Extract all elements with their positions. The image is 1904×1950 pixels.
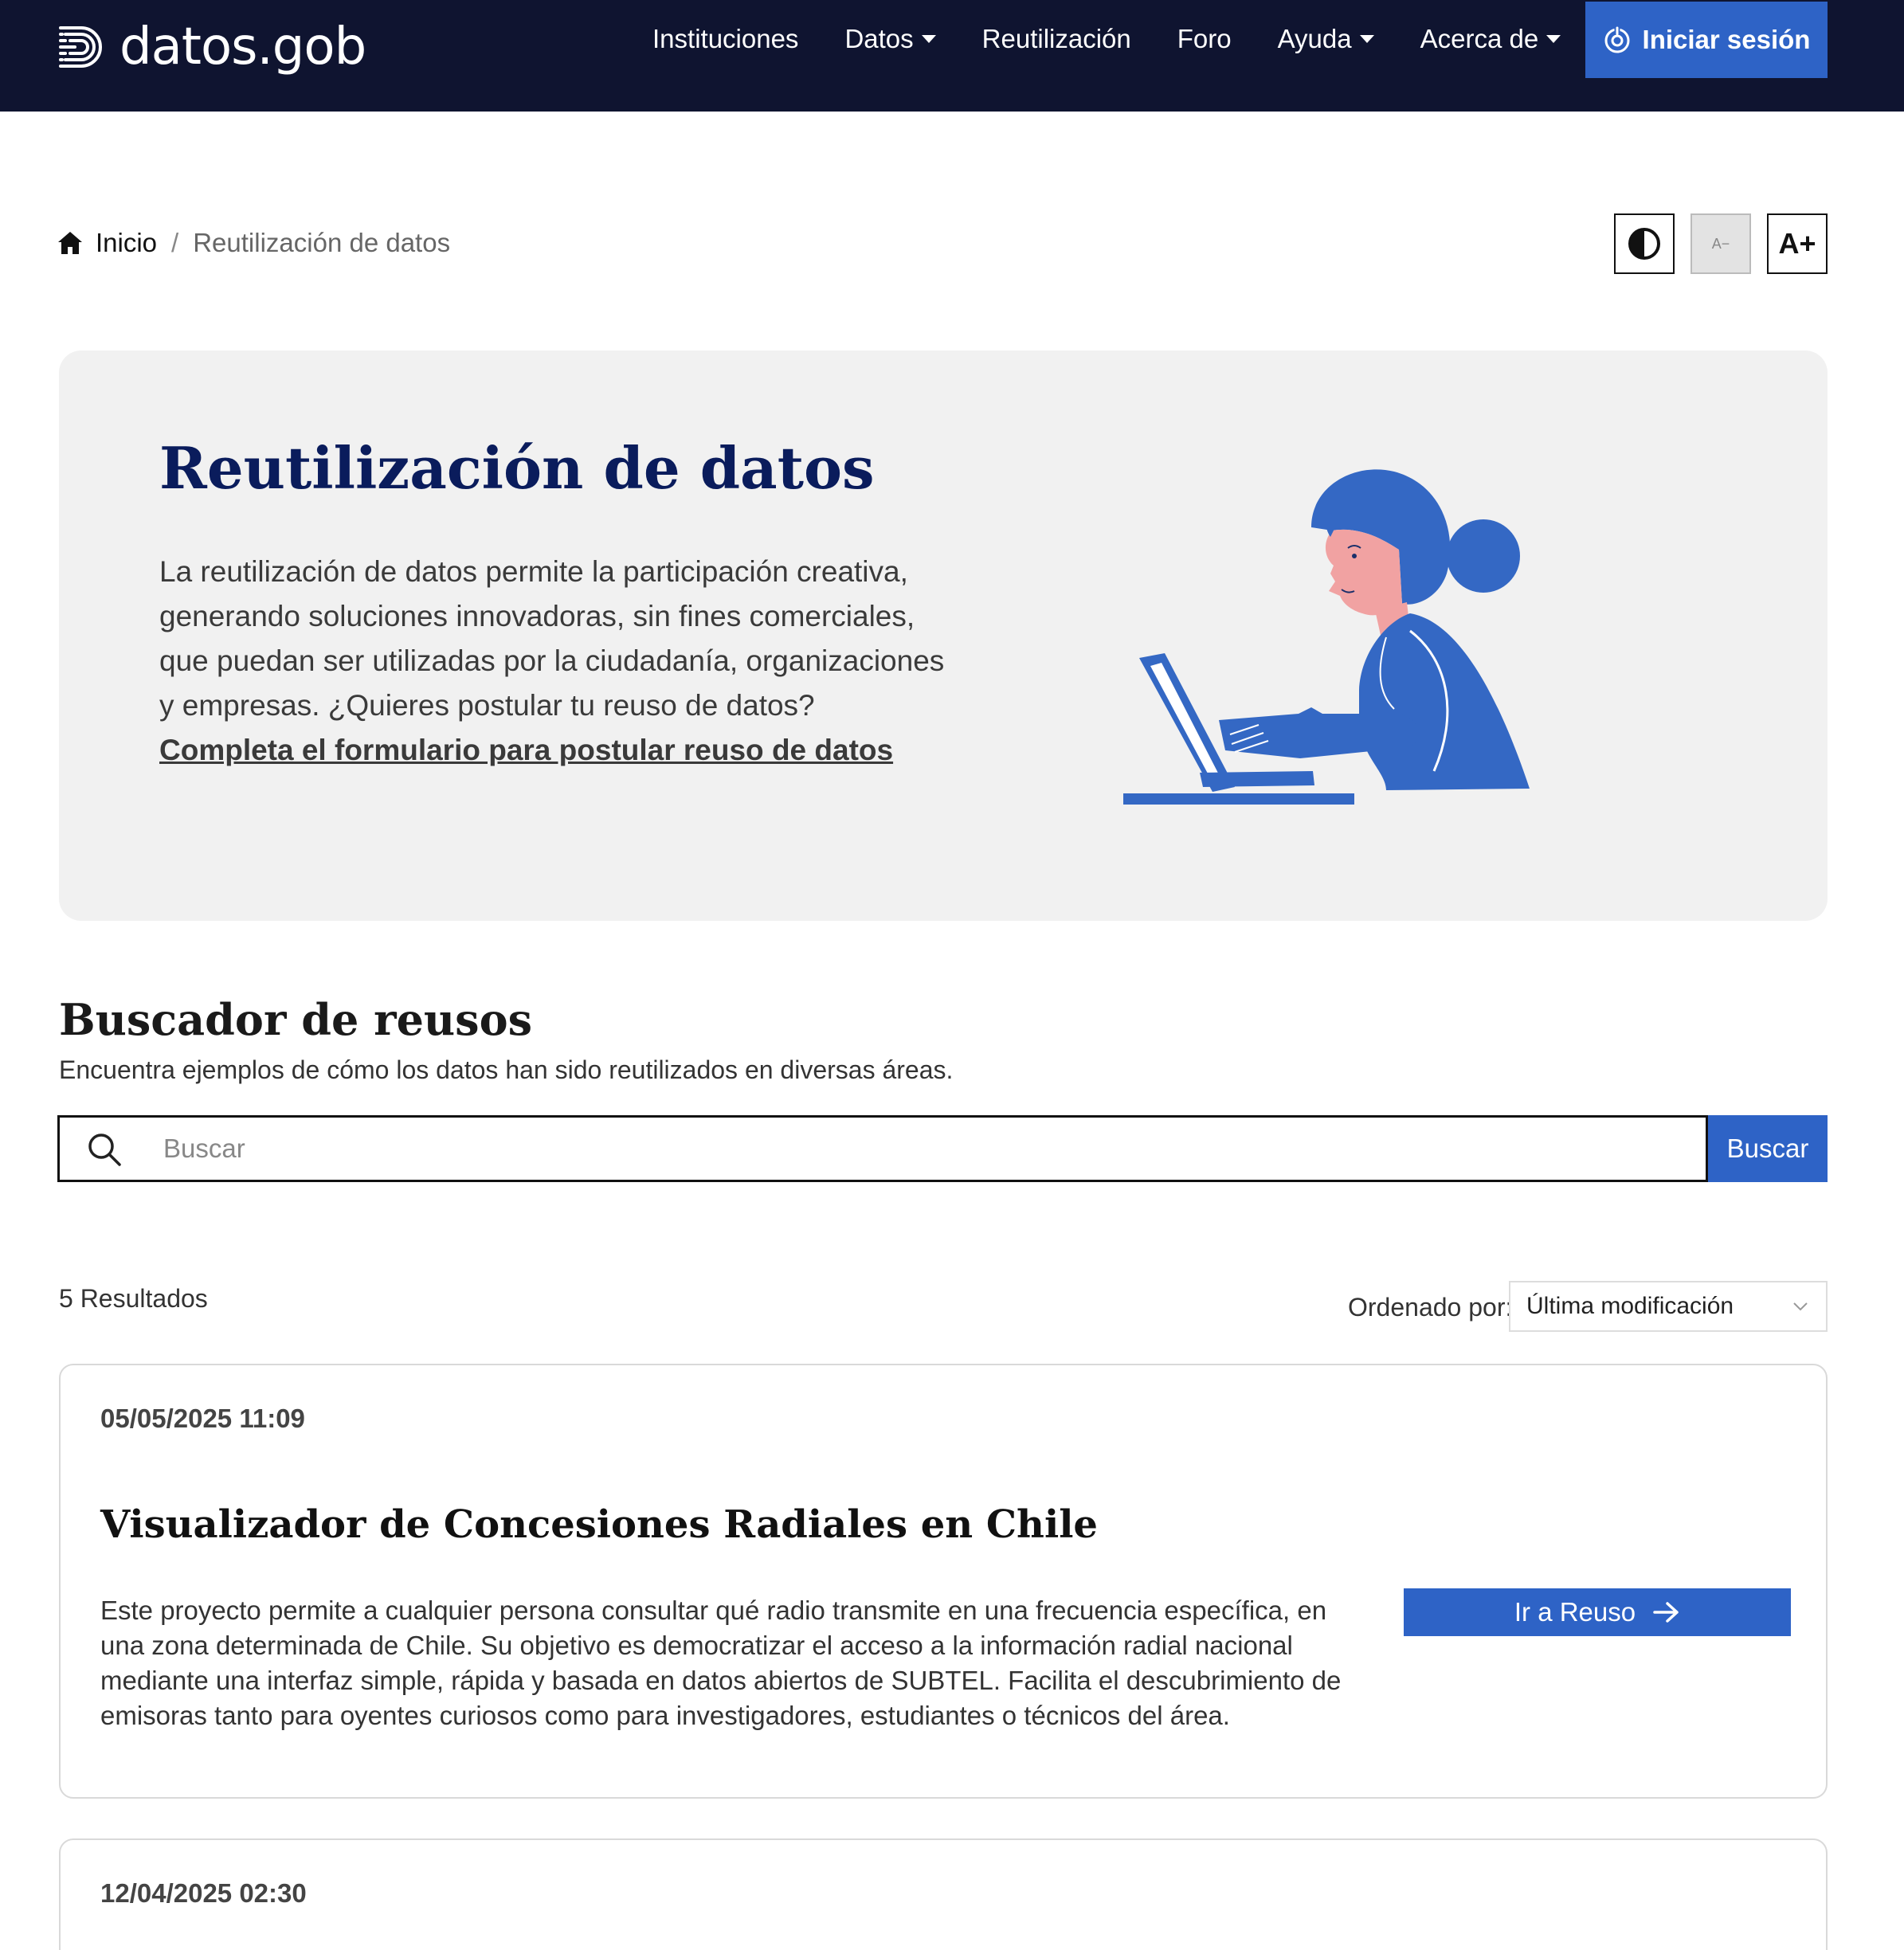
go-to-reuse-label: Ir a Reuso xyxy=(1514,1597,1636,1627)
sort-select[interactable]: Última modificación xyxy=(1509,1281,1828,1332)
main-nav: Instituciones Datos Reutilización Foro A… xyxy=(652,0,1607,78)
card-title: Visualizador de Concesiones Radiales en … xyxy=(100,1502,1098,1547)
arrow-right-icon xyxy=(1653,1602,1679,1623)
chevron-down-icon xyxy=(1793,1302,1808,1311)
login-button[interactable]: Iniciar sesión xyxy=(1585,2,1828,78)
top-navbar: datos.gob Instituciones Datos Reutilizac… xyxy=(0,0,1904,112)
login-icon xyxy=(1604,26,1630,53)
search-section-title: Buscador de reusos xyxy=(59,994,532,1045)
apply-form-link[interactable]: Completa el formulario para postular reu… xyxy=(159,734,893,766)
caret-down-icon xyxy=(1546,35,1561,43)
caret-down-icon xyxy=(921,35,936,43)
logo-text: datos.gob xyxy=(119,18,366,76)
reuse-card: 05/05/2025 11:09 Visualizador de Concesi… xyxy=(59,1364,1828,1799)
person-typing-laptop-illustration xyxy=(1123,469,1530,805)
breadcrumb-home[interactable]: Inicio xyxy=(57,228,157,258)
hero-description: La reutilización de datos permite la par… xyxy=(159,550,956,773)
nav-label: Reutilización xyxy=(981,24,1131,53)
breadcrumb-current: Reutilización de datos xyxy=(193,228,451,257)
search-icon xyxy=(88,1134,121,1166)
search-input[interactable] xyxy=(163,1118,1677,1180)
decrease-font-button[interactable]: A− xyxy=(1690,213,1751,274)
nav-acerca-de[interactable]: Acerca de xyxy=(1420,24,1561,54)
card-date: 12/04/2025 02:30 xyxy=(100,1878,307,1908)
nav-instituciones[interactable]: Instituciones xyxy=(652,24,798,54)
sort-label: Ordenado por: xyxy=(1348,1293,1513,1322)
sort-selected-value: Última modificación xyxy=(1526,1293,1734,1319)
search-section-subtitle: Encuentra ejemplos de cómo los datos han… xyxy=(59,1055,954,1084)
card-date: 05/05/2025 11:09 xyxy=(100,1404,305,1433)
nav-datos[interactable]: Datos xyxy=(844,24,936,54)
nav-ayuda[interactable]: Ayuda xyxy=(1278,24,1374,54)
logo-mark-icon xyxy=(59,26,102,68)
nav-label: Foro xyxy=(1177,24,1232,53)
card-description: Este proyecto permite a cualquier person… xyxy=(100,1596,1342,1730)
page-title: Reutilización de datos xyxy=(159,434,875,502)
site-logo[interactable]: datos.gob xyxy=(57,11,366,83)
contrast-toggle-button[interactable] xyxy=(1614,213,1675,274)
nav-foro[interactable]: Foro xyxy=(1177,24,1232,54)
nav-label: Acerca de xyxy=(1420,24,1539,53)
search-button[interactable]: Buscar xyxy=(1708,1115,1828,1182)
hero-text: La reutilización de datos permite la par… xyxy=(159,555,945,722)
nav-reutilizacion[interactable]: Reutilización xyxy=(982,24,1131,54)
hero-banner: Reutilización de datos La reutilización … xyxy=(59,350,1828,921)
breadcrumb-home-label: Inicio xyxy=(96,228,158,257)
contrast-icon xyxy=(1628,228,1660,260)
results-count: 5 Resultados xyxy=(59,1284,208,1313)
home-icon xyxy=(58,232,82,254)
go-to-reuse-button[interactable]: Ir a Reuso xyxy=(1404,1588,1791,1636)
breadcrumb: Inicio / Reutilización de datos xyxy=(57,223,450,263)
reuse-card: 12/04/2025 02:30 xyxy=(59,1838,1828,1950)
breadcrumb-separator: / xyxy=(171,228,179,257)
nav-label: Datos xyxy=(844,24,914,53)
login-label: Iniciar sesión xyxy=(1642,25,1811,54)
nav-label: Ayuda xyxy=(1277,24,1352,53)
nav-label: Instituciones xyxy=(652,24,799,53)
increase-font-label: A+ xyxy=(1778,227,1816,260)
increase-font-button[interactable]: A+ xyxy=(1767,213,1828,274)
caret-down-icon xyxy=(1359,35,1374,43)
search-box xyxy=(57,1115,1708,1182)
decrease-font-label: A− xyxy=(1711,235,1730,252)
